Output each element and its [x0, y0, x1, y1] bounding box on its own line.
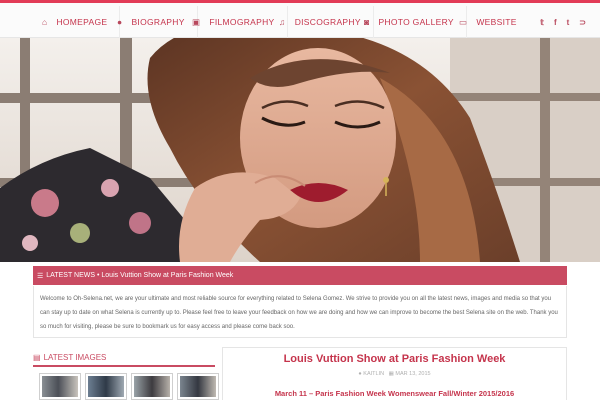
post-title-link[interactable]: Louis Vuttion Show at Paris Fashion Week	[223, 353, 566, 365]
latest-news-bar: ☰ LATEST NEWS • Louis Vuttion Show at Pa…	[33, 266, 567, 285]
rss-icon[interactable]: ⊃	[579, 18, 586, 27]
user-icon: ●	[117, 17, 123, 27]
nav-item-label: DISCOGRAPHY	[294, 17, 361, 27]
news-post: Louis Vuttion Show at Paris Fashion Week…	[222, 347, 567, 400]
latest-images-gallery	[39, 373, 219, 400]
post-subtitle: March 11 – Paris Fashion Week Womenswear…	[274, 389, 515, 398]
post-meta: ● KAITLIN ▦ MAR 13, 2015	[223, 371, 566, 377]
header-banner-image	[0, 38, 600, 262]
gallery-thumbnail[interactable]	[85, 373, 127, 400]
welcome-message: Welcome to Oh-Selena.net, we are your ul…	[33, 286, 567, 338]
header-banner	[0, 38, 600, 262]
nav-item-label: HOMEPAGE	[56, 17, 108, 27]
nav-item-website[interactable]: ▭ WEBSITE	[459, 6, 529, 38]
nav-item-homepage[interactable]: ⌂ HOMEPAGE	[42, 6, 121, 38]
nav-item-label: PHOTO GALLERY	[378, 17, 454, 27]
social-links: 𝕥 f t ⊃	[540, 6, 586, 38]
gallery-thumbnail[interactable]	[131, 373, 173, 400]
laptop-icon: ▭	[459, 16, 468, 27]
post-date: MAR 13, 2015	[395, 371, 431, 377]
post-author[interactable]: KAITLIN	[363, 371, 384, 377]
nav-item-filmography[interactable]: ▣ FILMOGRAPHY	[192, 6, 288, 38]
gallery-thumbnail[interactable]	[177, 373, 219, 400]
calendar-icon: ▦	[388, 371, 394, 377]
image-icon: ▤	[33, 352, 41, 362]
music-icon: ♫	[279, 17, 286, 27]
tumblr-icon[interactable]: t	[567, 18, 570, 27]
latest-news-headline-link[interactable]: Louis Vuttion Show at Paris Fashion Week	[101, 272, 233, 279]
camera-icon: ◙	[364, 17, 370, 27]
latest-images-heading: ▤ LATEST IMAGES	[33, 349, 215, 367]
home-icon: ⌂	[42, 17, 48, 27]
nav-item-discography[interactable]: ♫ DISCOGRAPHY	[279, 6, 374, 38]
facebook-icon[interactable]: f	[554, 18, 557, 27]
nav-item-label: FILMOGRAPHY	[209, 17, 275, 27]
nav-item-label: WEBSITE	[476, 17, 517, 27]
nav-item-label: BIOGRAPHY	[131, 17, 185, 27]
latest-news-label: LATEST NEWS	[46, 272, 96, 279]
nav-item-biography[interactable]: ● BIOGRAPHY	[117, 6, 198, 38]
latest-images-title: LATEST IMAGES	[43, 352, 107, 362]
gallery-thumbnail[interactable]	[39, 373, 81, 400]
welcome-text: Welcome to Oh-Selena.net, we are your ul…	[40, 296, 558, 330]
nav-item-photo-gallery[interactable]: ◙ PHOTO GALLERY	[364, 6, 467, 38]
top-navigation: ⌂ HOMEPAGE ● BIOGRAPHY ▣ FILMOGRAPHY ♫ D…	[0, 0, 600, 38]
author-icon: ●	[358, 371, 362, 377]
menu-icon: ☰	[37, 272, 44, 280]
film-icon: ▣	[192, 16, 201, 27]
twitter-icon[interactable]: 𝕥	[540, 18, 544, 27]
